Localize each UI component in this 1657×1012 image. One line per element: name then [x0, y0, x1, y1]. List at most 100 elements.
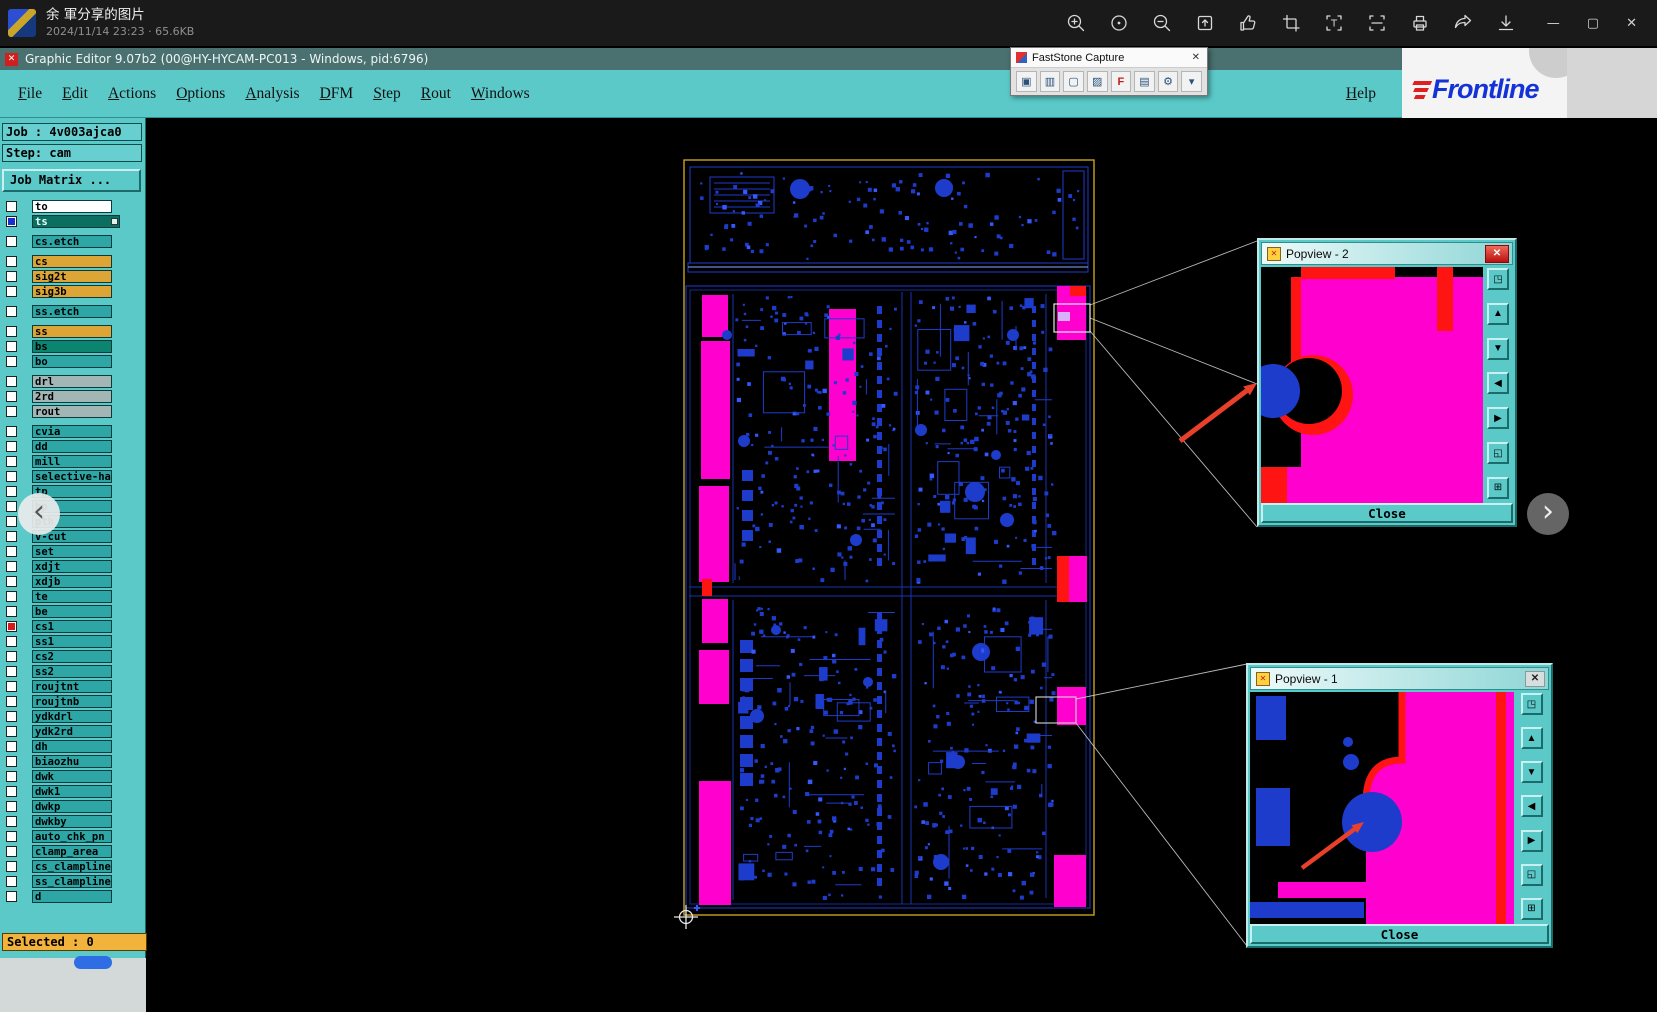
layer-checkbox[interactable] [6, 681, 17, 692]
layer-label[interactable]: dwkp [32, 800, 112, 813]
layer-label[interactable]: auto_chk_pn [32, 830, 112, 843]
layer-row-cs.etch[interactable]: cs.etch [0, 235, 145, 248]
capture-freehand-icon[interactable]: ▨ [1086, 71, 1108, 92]
layer-row-selective-ha[interactable]: selective-ha [0, 470, 145, 483]
layer-row-v-cut[interactable]: v-cut [0, 530, 145, 543]
layer-row-xdjt[interactable]: xdjt [0, 560, 145, 573]
layer-label[interactable]: clamp_area [32, 845, 112, 858]
layer-label[interactable]: ss [32, 325, 112, 338]
popview-window-2[interactable]: ✕ Popview - 2 ✕ ◳ ▲ ▼ ◀ ▶ ◱ ⊞ Close [1257, 238, 1517, 527]
menu-analysis[interactable]: Analysis [235, 81, 309, 107]
layer-row-dwkby[interactable]: dwkby [0, 815, 145, 828]
job-matrix-button[interactable]: Job Matrix ... [2, 169, 141, 192]
layer-label[interactable]: bo [32, 355, 112, 368]
layer-checkbox[interactable] [6, 376, 17, 387]
layer-row-dd[interactable]: dd [0, 440, 145, 453]
popview-window-1[interactable]: ✕ Popview - 1 ✕ ◳ ▲ ▼ ◀ ▶ ◱ ⊞ Close [1246, 663, 1553, 948]
layer-label[interactable]: ss.etch [32, 305, 112, 318]
zoom-out-icon[interactable] [1151, 12, 1173, 34]
layer-checkbox[interactable] [6, 846, 17, 857]
popview2-close-icon[interactable]: ✕ [1485, 244, 1509, 263]
minimize-button[interactable]: — [1547, 16, 1560, 31]
layer-checkbox[interactable] [6, 561, 17, 572]
layer-label[interactable]: cs.etch [32, 235, 112, 248]
layer-row-to[interactable]: to [0, 200, 145, 213]
layer-label[interactable]: ss_clampline [32, 875, 112, 888]
layer-row-cs[interactable]: cs [0, 255, 145, 268]
layer-label[interactable]: sig3b [32, 285, 112, 298]
layer-row-biaozhu[interactable]: biaozhu [0, 755, 145, 768]
layer-row-cs2[interactable]: cs2 [0, 650, 145, 663]
layer-checkbox[interactable] [6, 786, 17, 797]
popview1-close-icon[interactable]: ✕ [1525, 670, 1545, 687]
popview2-canvas[interactable] [1261, 267, 1483, 504]
layer-label[interactable]: roujtnt [32, 680, 112, 693]
layer-label[interactable]: rout [32, 405, 112, 418]
settings-icon[interactable]: ⚙ [1157, 71, 1179, 92]
popview1-close-button[interactable]: Close [1250, 924, 1549, 944]
layer-label[interactable]: set [32, 545, 112, 558]
layer-checkbox[interactable] [6, 756, 17, 767]
layer-label[interactable]: dd [32, 440, 112, 453]
layer-label[interactable]: mill [32, 455, 112, 468]
layer-checkbox[interactable] [6, 531, 17, 542]
layer-row-te[interactable]: te [0, 590, 145, 603]
layer-row-dh[interactable]: dh [0, 740, 145, 753]
layer-checkbox[interactable] [6, 651, 17, 662]
layer-row-sig2t[interactable]: sig2t [0, 270, 145, 283]
layer-checkbox[interactable] [6, 696, 17, 707]
layer-checkbox[interactable] [6, 516, 17, 527]
pan-right-button[interactable]: ▶ [1520, 829, 1543, 852]
layer-row-cs_clampline[interactable]: cs_clampline [0, 860, 145, 873]
capture-region-icon[interactable]: ▢ [1063, 71, 1084, 92]
thumbs-up-icon[interactable] [1237, 12, 1259, 34]
pan-down-button[interactable]: ▼ [1487, 337, 1509, 360]
ocr-icon[interactable]: T [1323, 12, 1345, 34]
layer-label[interactable]: ss1 [32, 635, 112, 648]
menu-file[interactable]: File [8, 81, 52, 107]
layer-checkbox[interactable] [6, 456, 17, 467]
layer-checkbox[interactable] [6, 326, 17, 337]
actual-size-icon[interactable] [1108, 12, 1130, 34]
more-icon[interactable]: ▾ [1181, 71, 1202, 92]
layer-label[interactable]: cs [32, 255, 112, 268]
layer-row-roujtnt[interactable]: roujtnt [0, 680, 145, 693]
layer-checkbox[interactable] [6, 606, 17, 617]
faststone-titlebar[interactable]: FastStone Capture ✕ [1011, 48, 1207, 68]
menu-help[interactable]: Help [1338, 81, 1384, 107]
layer-checkbox[interactable] [6, 236, 17, 247]
layer-row-ss_clampline[interactable]: ss_clampline [0, 875, 145, 888]
layer-label[interactable]: ydk2rd [32, 725, 112, 738]
layer-row-cs1[interactable]: cs1 [0, 620, 145, 633]
layer-checkbox[interactable] [6, 891, 17, 902]
layer-row-d[interactable]: d [0, 890, 145, 903]
layer-checkbox[interactable] [6, 636, 17, 647]
menu-step[interactable]: Step [363, 81, 411, 107]
layer-checkbox[interactable] [6, 471, 17, 482]
layer-label[interactable]: dwk1 [32, 785, 112, 798]
layer-checkbox[interactable] [6, 591, 17, 602]
layer-checkbox[interactable] [6, 831, 17, 842]
popview2-close-button[interactable]: Close [1261, 503, 1513, 523]
layer-row-roujtnb[interactable]: roujtnb [0, 695, 145, 708]
layer-checkbox[interactable] [6, 801, 17, 812]
layer-label[interactable]: dwkby [32, 815, 112, 828]
layer-label[interactable]: d [32, 890, 112, 903]
capture-screen-icon[interactable]: ▣ [1016, 71, 1037, 92]
print-icon[interactable] [1409, 12, 1431, 34]
layer-checkbox[interactable] [6, 441, 17, 452]
popview1-canvas[interactable] [1250, 692, 1514, 925]
open-view-button[interactable]: ◳ [1520, 693, 1543, 715]
pan-up-button[interactable]: ▲ [1487, 302, 1509, 325]
layer-checkbox[interactable] [6, 216, 17, 227]
layer-label[interactable]: selective-ha [32, 470, 112, 483]
layer-label[interactable]: te [32, 590, 112, 603]
layer-label[interactable]: bs [32, 340, 112, 353]
faststone-close-icon[interactable]: ✕ [1192, 52, 1200, 63]
layer-row-dwkp[interactable]: dwkp [0, 800, 145, 813]
layer-label[interactable]: xdjb [32, 575, 112, 588]
layer-label[interactable]: 2rd [32, 390, 112, 403]
layer-row-drl[interactable]: drl [0, 375, 145, 388]
layer-row-bs[interactable]: bs [0, 340, 145, 353]
layer-checkbox[interactable] [6, 621, 17, 632]
